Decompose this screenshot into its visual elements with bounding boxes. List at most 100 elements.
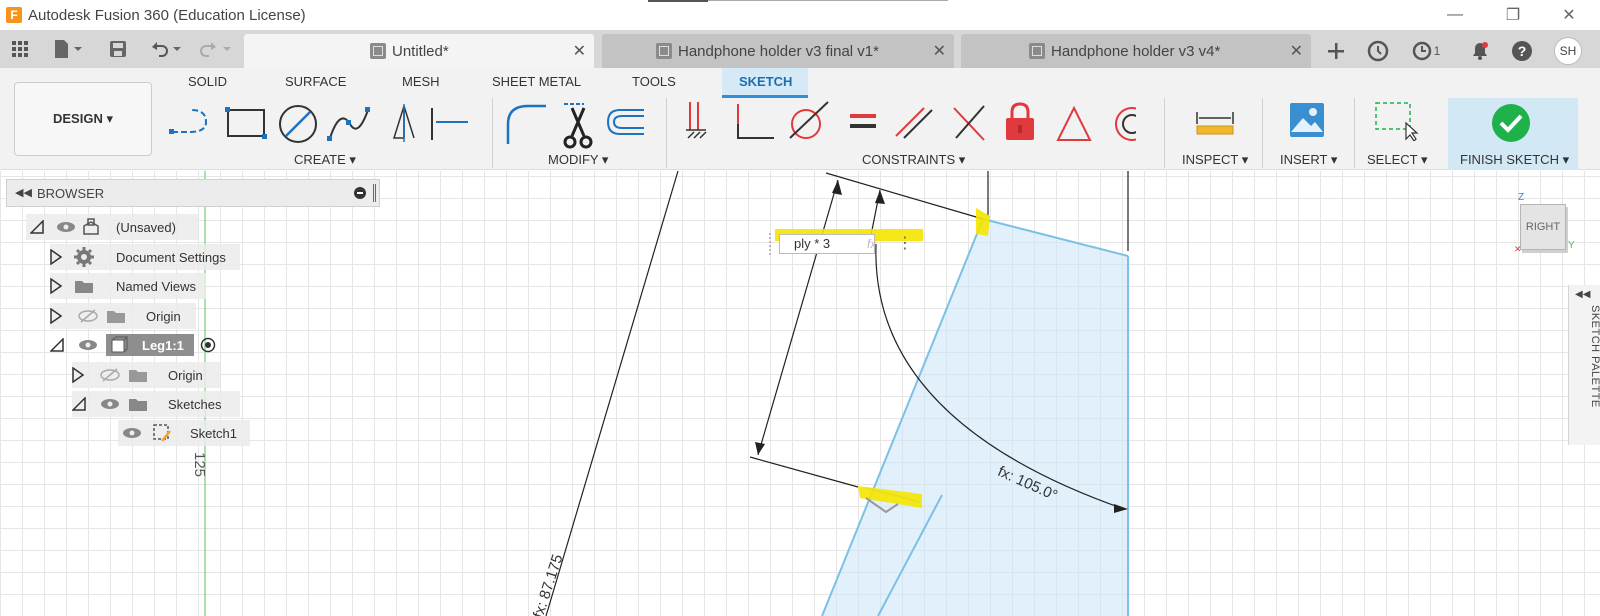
spline-tool-icon [327, 107, 370, 141]
save-icon[interactable] [108, 38, 128, 60]
tab-close-icon[interactable]: ✕ [933, 41, 946, 61]
window-select-icon[interactable] [1374, 101, 1422, 141]
modify-tools-strip[interactable] [504, 100, 654, 154]
expanded-triangle-icon [30, 220, 44, 234]
tree-item-unsaved[interactable]: (Unsaved) [26, 214, 198, 240]
undo-icon[interactable] [148, 38, 184, 60]
drag-handle-icon[interactable] [769, 233, 777, 255]
inspect-menu[interactable]: INSPECT ▾ [1182, 152, 1248, 168]
tree-item-label: Named Views [116, 278, 196, 294]
sketch-palette-panel[interactable]: ◀◀ SKETCH PALETTE [1568, 285, 1600, 445]
finish-sketch-menu[interactable]: FINISH SKETCH ▾ [1460, 152, 1569, 168]
z-axis-label: Z [1518, 192, 1525, 203]
expand-palette-icon[interactable]: ◀◀ [1575, 289, 1590, 300]
tab-label: Handphone holder v3 v4* [1051, 42, 1221, 60]
tab-close-icon[interactable]: ✕ [573, 41, 586, 61]
folder-icon [107, 311, 125, 323]
perpendicular-cross-constraint-icon [953, 105, 985, 141]
assembly-icon [83, 218, 99, 235]
new-tab-plus-icon[interactable] [1322, 39, 1350, 63]
x-axis-marker-icon: ✕ [1514, 244, 1522, 254]
tab-sketch[interactable]: SKETCH [739, 74, 792, 89]
constraints-menu[interactable]: CONSTRAINTS ▾ [862, 152, 965, 168]
tree-item-label: Leg1:1 [142, 337, 184, 353]
design-workspace-dropdown[interactable]: DESIGN ▾ [14, 82, 152, 156]
user-avatar[interactable]: SH [1554, 37, 1582, 65]
tree-item-label: Sketch1 [190, 425, 237, 441]
tab-tools[interactable]: TOOLS [632, 74, 676, 89]
tab-untitled[interactable]: Untitled* ✕ [244, 34, 594, 68]
tab-mesh[interactable]: MESH [402, 74, 440, 89]
active-component-highlight: Leg1:1 [106, 334, 194, 356]
visibility-eye-icon [101, 399, 119, 409]
finish-sketch-check-icon[interactable] [1490, 102, 1532, 144]
viewcube[interactable]: RIGHT [1520, 204, 1566, 250]
concentric-constraint-icon [1115, 107, 1136, 141]
help-question-icon[interactable]: ? [1508, 39, 1536, 63]
redo-icon[interactable] [198, 38, 234, 60]
close-window-button[interactable]: ✕ [1546, 0, 1592, 30]
tab-handphone-holder-v3-final[interactable]: Handphone holder v3 final v1* ✕ [602, 34, 954, 68]
constraints-tools-strip[interactable] [686, 100, 1136, 156]
collapsed-triangle-icon [50, 249, 62, 265]
active-tab-underline [722, 95, 808, 98]
create-menu[interactable]: CREATE ▾ [294, 152, 356, 168]
rectangle-tool-icon [225, 107, 267, 139]
data-panel-clock-icon[interactable] [1364, 39, 1392, 63]
insert-menu[interactable]: INSERT ▾ [1280, 152, 1337, 168]
tree-item-origin-child[interactable]: Origin [72, 362, 220, 388]
tree-item-origin[interactable]: Origin [50, 303, 196, 329]
tree-item-sketch1[interactable]: Sketch1 [118, 420, 250, 446]
tab-surface[interactable]: SURFACE [285, 74, 346, 89]
browser-options-icon[interactable] [354, 187, 366, 199]
measure-ruler-icon[interactable] [1195, 106, 1237, 138]
scroll-track [708, 0, 948, 1]
y-axis-label: Y [1568, 240, 1575, 251]
sketch-palette-label: SKETCH PALETTE [1589, 305, 1600, 408]
tree-item-label: (Unsaved) [116, 219, 176, 235]
hidden-eye-icon [78, 309, 98, 323]
insert-image-icon[interactable] [1289, 102, 1325, 138]
tab-sheet-metal[interactable]: SHEET METAL [492, 74, 581, 89]
dimension-edit-box[interactable]: ply * 3 fx ⋮ [769, 229, 919, 257]
dimension-line [757, 179, 839, 456]
dimension-input[interactable]: ply * 3 [779, 234, 875, 254]
tree-item-named-views[interactable]: Named Views [50, 273, 206, 299]
tree-item-sketches[interactable]: Sketches [72, 391, 240, 417]
pin-panel-icon[interactable] [373, 184, 376, 202]
profile-fill [822, 219, 1128, 616]
tree-item-label: Document Settings [116, 249, 226, 265]
line-tool-icon [169, 109, 208, 134]
tab-handphone-holder-v3-v4[interactable]: Handphone holder v3 v4* ✕ [961, 34, 1311, 68]
restore-button[interactable]: ❐ [1490, 0, 1536, 30]
mirror-tool-icon [392, 104, 415, 142]
divider [1262, 98, 1263, 168]
divider [1164, 98, 1165, 168]
minimize-button[interactable]: — [1432, 0, 1478, 30]
tree-item-document-settings[interactable]: Document Settings [50, 244, 240, 270]
grid-icon[interactable] [10, 38, 30, 60]
offset-tool-icon [606, 109, 644, 135]
collapsed-triangle-icon [72, 367, 84, 383]
more-options-icon[interactable]: ⋮ [897, 233, 913, 253]
create-tools-strip[interactable] [168, 102, 468, 154]
midpoint-triangle-icon [1056, 105, 1092, 141]
dimension-arrow [875, 190, 885, 204]
notifications-bell-icon[interactable] [1466, 39, 1494, 63]
tab-solid[interactable]: SOLID [188, 74, 227, 89]
tree-item-label: Origin [146, 308, 181, 324]
dimension-arrow [832, 180, 842, 195]
select-menu[interactable]: SELECT ▾ [1367, 152, 1427, 168]
expanded-triangle-icon [72, 397, 86, 411]
file-icon[interactable] [52, 38, 84, 60]
browser-panel-header[interactable]: ◀◀ BROWSER [6, 179, 380, 207]
tangent-constraint-icon [789, 101, 829, 139]
tree-item-leg1[interactable]: Leg1:1 [50, 332, 228, 358]
divider [1354, 98, 1355, 168]
tab-close-icon[interactable]: ✕ [1290, 41, 1303, 61]
collapse-panel-icon[interactable]: ◀◀ [15, 186, 32, 199]
modify-menu[interactable]: MODIFY ▾ [548, 152, 608, 168]
job-status-icon[interactable]: 1 [1406, 39, 1446, 63]
activate-radio-icon [200, 337, 216, 353]
fx-icon[interactable]: fx [867, 237, 876, 251]
